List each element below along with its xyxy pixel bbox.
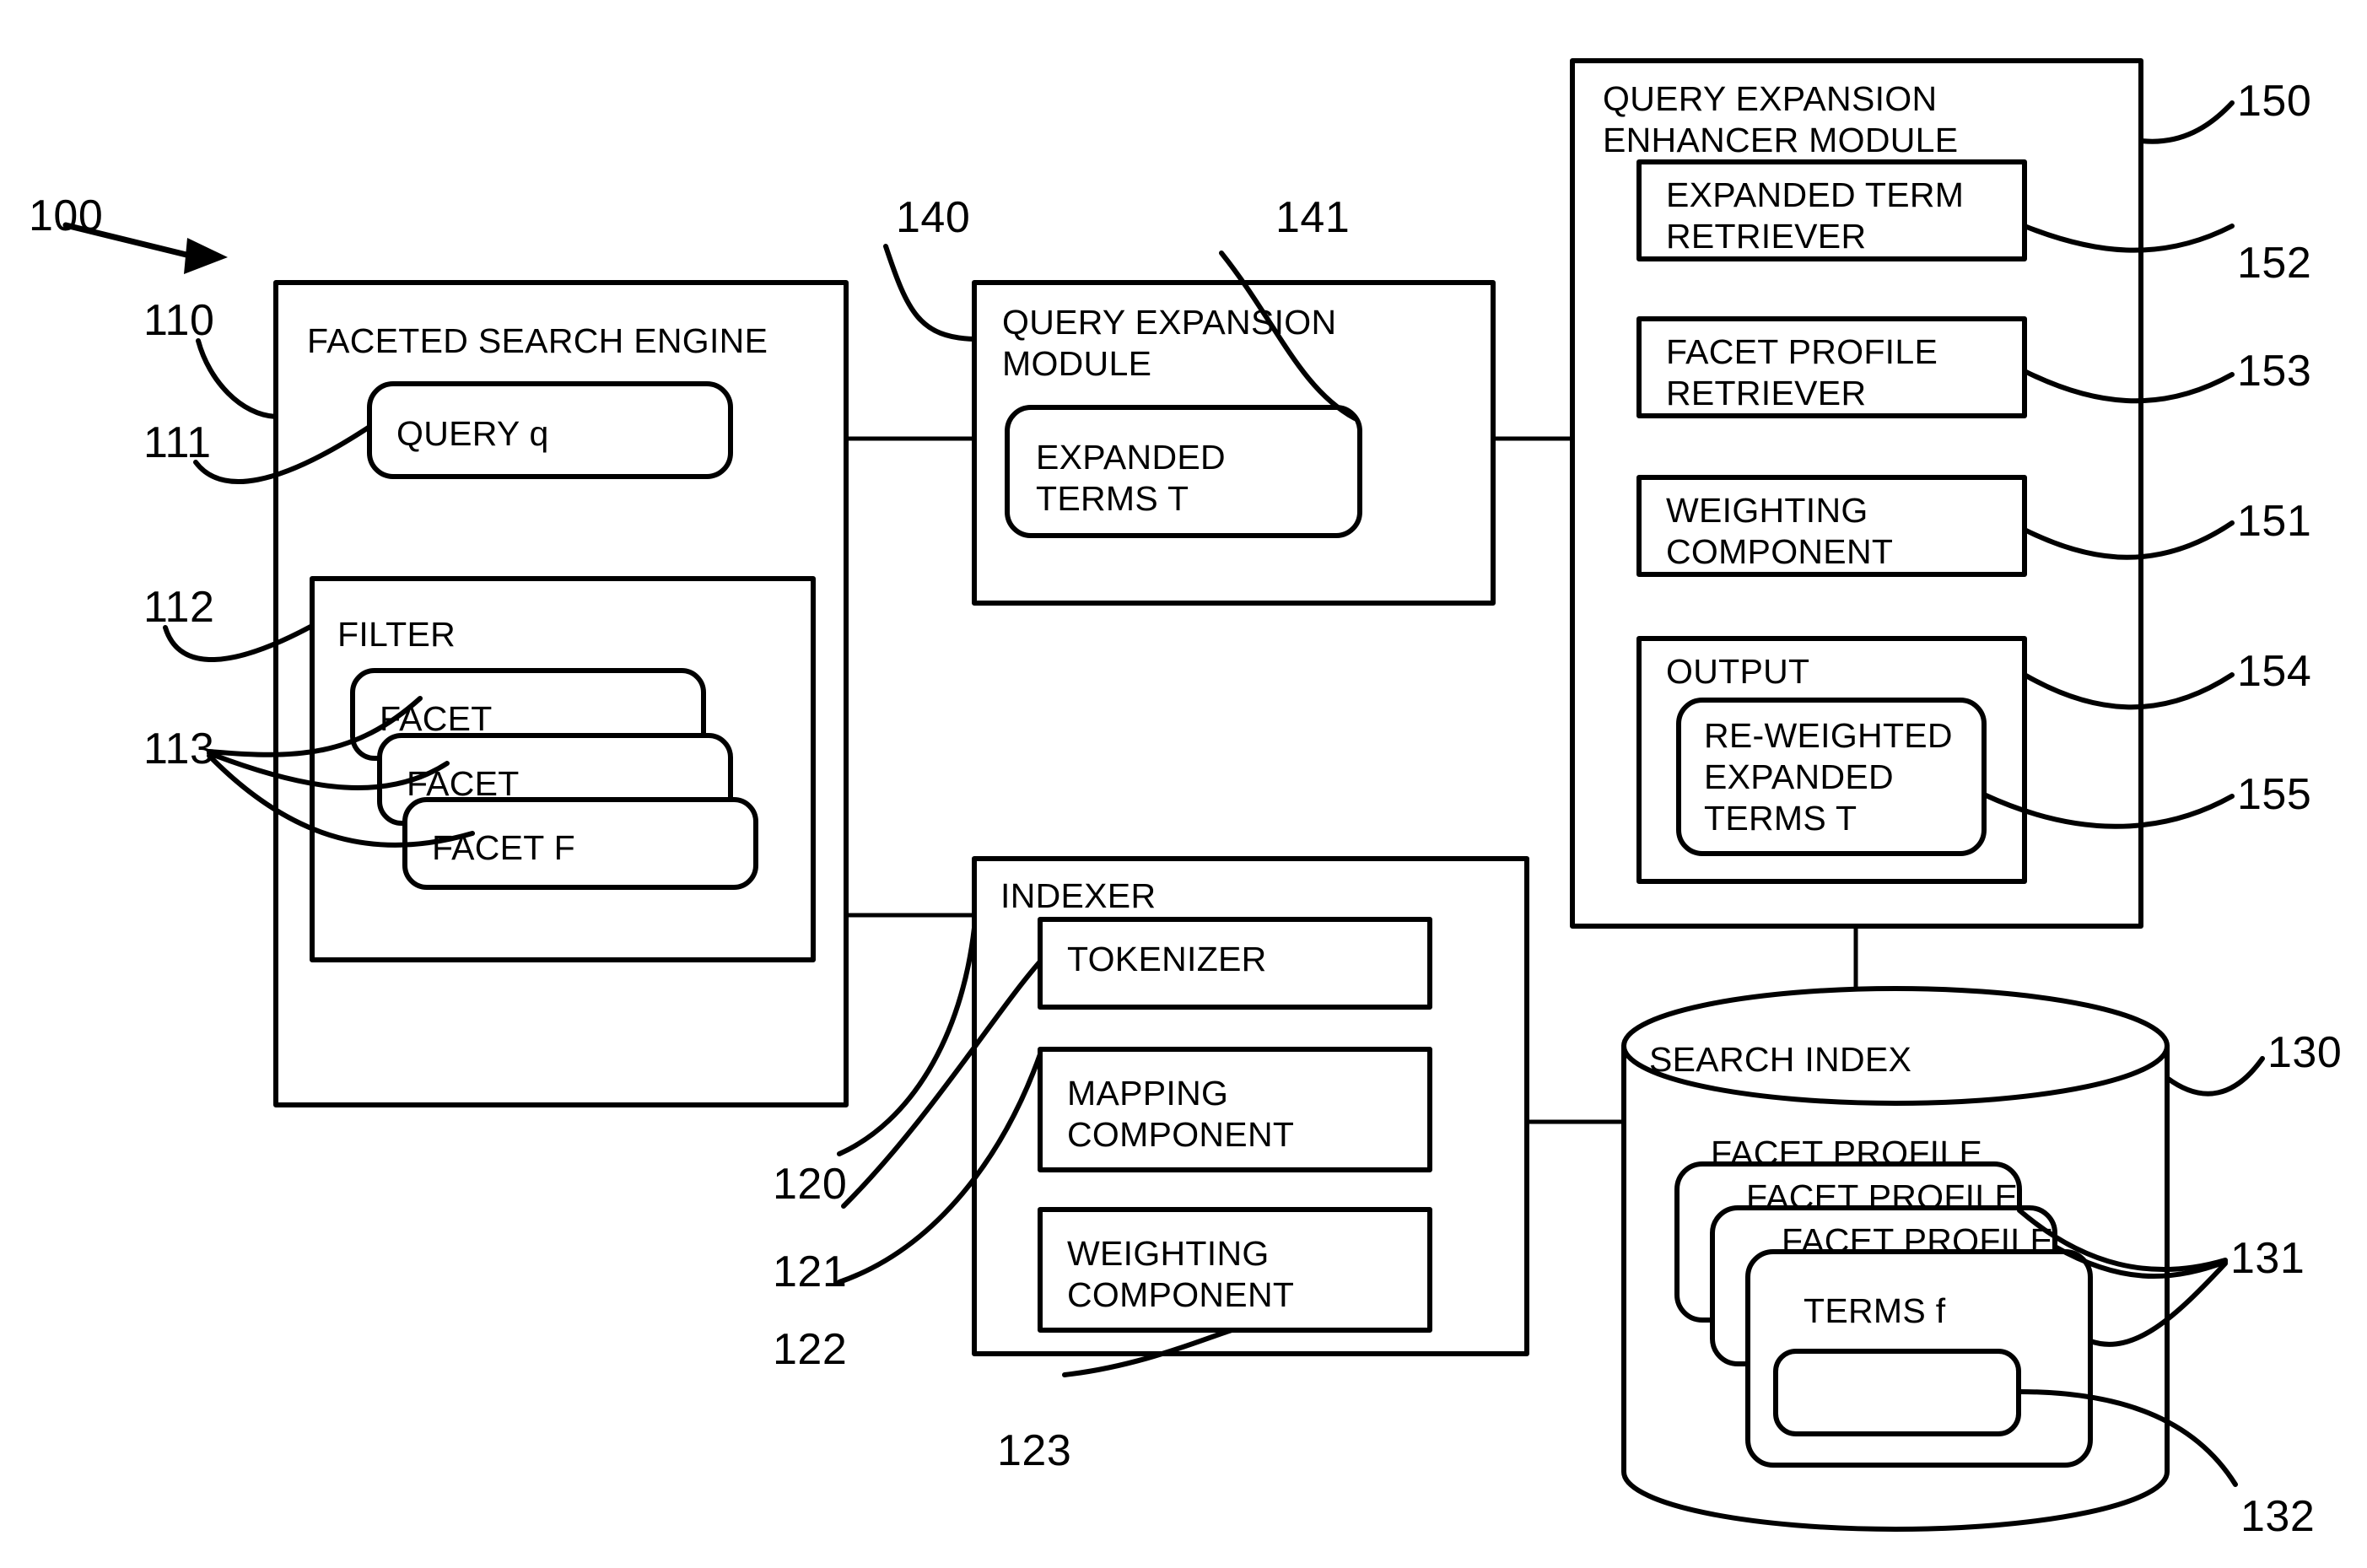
- ref-130: 130: [2267, 1028, 2343, 1077]
- query-expansion-module-title-line1: QUERY EXPANSION: [1002, 303, 1337, 342]
- facet-profile-label-3: FACET PROFILE: [1782, 1221, 2054, 1260]
- re-weighted-line2: EXPANDED: [1704, 757, 1894, 796]
- ref-113: 113: [143, 725, 215, 773]
- ref-131: 131: [2230, 1234, 2305, 1283]
- leader-155: [1981, 792, 2235, 829]
- indexer-title: INDEXER: [1000, 876, 1157, 915]
- faceted-search-engine-title: FACETED SEARCH ENGINE: [307, 321, 768, 360]
- leader-120: [837, 925, 977, 1156]
- facet-profile-retriever-line2: RETRIEVER: [1666, 374, 1867, 412]
- ref-132: 132: [2240, 1492, 2316, 1541]
- indexer-weighting-component-line2: COMPONENT: [1067, 1275, 1295, 1314]
- facet-label-3: FACET F: [432, 828, 575, 867]
- ref-152: 152: [2237, 239, 2312, 288]
- leader-121: [841, 959, 1043, 1209]
- facet-label-2: FACET: [407, 764, 520, 803]
- ref-100: 100: [29, 191, 104, 240]
- ref-111: 111: [143, 418, 212, 467]
- mapping-component-line2: COMPONENT: [1067, 1115, 1295, 1154]
- enhancer-module-title-line1: QUERY EXPANSION: [1603, 79, 1938, 118]
- ref-153: 153: [2237, 347, 2312, 396]
- leader-140: [883, 244, 977, 342]
- arrowhead-100: [184, 238, 228, 274]
- ref-123: 123: [997, 1426, 1072, 1475]
- leader-153: [2022, 369, 2235, 404]
- re-weighted-line1: RE-WEIGHTED: [1704, 716, 1953, 755]
- output-label: OUTPUT: [1666, 652, 1810, 691]
- facet-label-1: FACET: [380, 699, 493, 738]
- facet-profile-retriever-line1: FACET PROFILE: [1666, 332, 1938, 371]
- diagram-canvas: [62, 58, 2265, 1532]
- query-expansion-module-title-line2: MODULE: [1002, 344, 1152, 383]
- leader-150: [2138, 100, 2235, 144]
- re-weighted-line3: TERMS T: [1704, 799, 1857, 838]
- leader-110: [196, 338, 278, 419]
- terms-f-box: [1773, 1349, 2021, 1436]
- leader-152: [2022, 224, 2235, 253]
- ref-120: 120: [773, 1160, 848, 1209]
- ref-155: 155: [2237, 770, 2312, 819]
- filter-label: FILTER: [337, 615, 456, 654]
- expanded-term-retriever-line1: EXPANDED TERM: [1666, 175, 1965, 214]
- tokenizer-label: TOKENIZER: [1067, 940, 1267, 978]
- expanded-term-retriever-line2: RETRIEVER: [1666, 217, 1867, 256]
- leader-122: [837, 1052, 1043, 1285]
- ref-141: 141: [1275, 193, 1351, 242]
- leader-111: [193, 424, 372, 485]
- enhancer-weighting-component-line1: WEIGHTING: [1666, 491, 1868, 530]
- patent-figure: 100 110 111 112 113 140 141 150 152 153 …: [0, 0, 2367, 1568]
- leader-154: [2022, 672, 2235, 710]
- ref-154: 154: [2237, 647, 2312, 696]
- ref-112: 112: [143, 583, 215, 632]
- ref-151: 151: [2237, 497, 2312, 546]
- ref-150: 150: [2237, 77, 2312, 126]
- query-label: QUERY q: [396, 414, 549, 453]
- indexer-weighting-component-line1: WEIGHTING: [1067, 1234, 1270, 1273]
- ref-122: 122: [773, 1325, 848, 1374]
- ref-140: 140: [896, 193, 971, 242]
- ref-110: 110: [143, 296, 215, 345]
- facet-profile-label-1: FACET PROFILE: [1711, 1134, 1983, 1172]
- expanded-terms-line1: EXPANDED: [1036, 438, 1226, 477]
- terms-f-label: TERMS f: [1804, 1291, 1946, 1330]
- leader-151: [2022, 520, 2235, 560]
- enhancer-module-title-line2: ENHANCER MODULE: [1603, 121, 1959, 159]
- search-index-title: SEARCH INDEX: [1649, 1040, 1912, 1079]
- mapping-component-line1: MAPPING: [1067, 1074, 1229, 1113]
- ref-121: 121: [773, 1247, 848, 1296]
- leader-130: [2165, 1056, 2265, 1097]
- enhancer-weighting-component-line2: COMPONENT: [1666, 532, 1894, 571]
- facet-profile-label-2: FACET PROFILE: [1746, 1177, 2019, 1216]
- expanded-terms-line2: TERMS T: [1036, 479, 1189, 518]
